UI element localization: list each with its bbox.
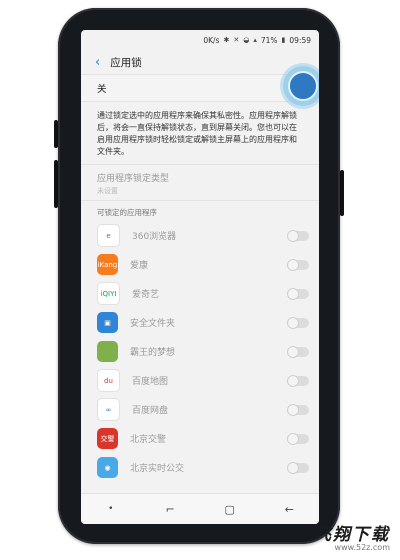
app-lock-toggle[interactable] xyxy=(287,433,309,445)
lock-type-value: 未设置 xyxy=(97,187,118,195)
secure-folder-icon: ▣ xyxy=(97,312,118,333)
navigation-bar: • ⌐ ▢ ← xyxy=(81,493,319,524)
page-title: 应用锁 xyxy=(110,56,142,69)
app-row[interactable]: ∞ 百度网盘 xyxy=(81,395,319,424)
recent-apps-icon[interactable]: ⌐ xyxy=(155,503,185,516)
lock-type-title: 应用程序锁定类型 xyxy=(97,174,170,184)
lock-type-setting[interactable]: 应用程序锁定类型 未设置 xyxy=(81,165,319,200)
toggle-knob xyxy=(288,71,318,101)
home-icon[interactable]: ▢ xyxy=(215,503,245,516)
app-row[interactable]: 霸王的梦想 xyxy=(81,337,319,366)
app-bar: ‹ 应用锁 xyxy=(81,50,319,74)
status-bar: 0K/s ✱ ✕ ◒ ▴ 71% ▮ 09:59 xyxy=(81,30,319,50)
watermark: 飞翔下载 www.52z.com xyxy=(314,520,390,552)
app-row[interactable]: e 360浏览器 xyxy=(81,221,319,250)
watermark-logo: 飞翔下载 xyxy=(314,525,390,545)
app-lock-toggle[interactable] xyxy=(287,259,309,271)
app-name: 百度地图 xyxy=(132,377,169,387)
app-lock-toggle[interactable] xyxy=(287,317,309,329)
app-row[interactable]: iKang 爱康 xyxy=(81,250,319,279)
clock: 09:59 xyxy=(289,35,311,45)
battery-icon: ▮ xyxy=(281,36,286,44)
app-name: 北京实时公交 xyxy=(130,464,185,474)
360-browser-icon: e xyxy=(97,224,120,247)
ikang-icon: iKang xyxy=(97,254,118,275)
app-row[interactable]: iQIYI 爱奇艺 xyxy=(81,279,319,308)
app-name: 百度网盘 xyxy=(132,406,169,416)
battery-percent: 71% xyxy=(260,35,278,45)
app-name: 北京交警 xyxy=(130,435,167,445)
phone-power-button xyxy=(340,170,344,216)
app-row[interactable]: ◉ 北京实时公交 xyxy=(81,453,319,482)
baidu-map-icon: du xyxy=(97,369,120,392)
beijing-traffic-police-icon: 交警 xyxy=(97,428,118,449)
app-lock-description: 通过锁定选中的应用程序来确保其私密性。应用程序解锁后，将会一直保持解锁状态，直到… xyxy=(81,102,319,165)
master-switch-label: 关 xyxy=(97,84,107,95)
back-arrow-icon[interactable]: ‹ xyxy=(95,56,100,69)
back-icon[interactable]: ← xyxy=(274,503,304,516)
phone-screen: 0K/s ✱ ✕ ◒ ▴ 71% ▮ 09:59 ‹ 应用锁 关 通过锁定选中的… xyxy=(81,30,319,524)
app-row[interactable]: 交警 北京交警 xyxy=(81,424,319,453)
app-name: 安全文件夹 xyxy=(130,319,176,329)
app-lock-toggle[interactable] xyxy=(287,346,309,358)
app-lock-toggle[interactable] xyxy=(287,230,309,242)
iqiyi-icon: iQIYI xyxy=(97,282,120,305)
wifi-icon: ◒ xyxy=(243,36,250,44)
app-name: 爱康 xyxy=(130,261,149,271)
app-row[interactable]: du 百度地图 xyxy=(81,366,319,395)
game-icon xyxy=(97,341,118,362)
dot-icon: • xyxy=(108,504,114,514)
app-lock-master-switch-row[interactable]: 关 xyxy=(81,66,319,106)
app-name: 霸王的梦想 xyxy=(130,348,176,358)
beijing-bus-icon: ◉ xyxy=(97,457,118,478)
bluetooth-icon: ✱ xyxy=(223,36,230,44)
lockable-apps-header: 可锁定的应用程序 xyxy=(81,200,319,221)
signal-icon: ▴ xyxy=(253,36,257,44)
network-speed: 0K/s xyxy=(203,35,220,45)
app-lock-toggle[interactable] xyxy=(287,288,309,300)
app-lock-toggle[interactable] xyxy=(287,462,309,474)
mute-icon: ✕ xyxy=(233,36,240,44)
app-name: 爱奇艺 xyxy=(132,290,160,300)
app-row[interactable]: ▣ 安全文件夹 xyxy=(81,308,319,337)
app-name: 360浏览器 xyxy=(132,232,177,242)
app-lock-toggle[interactable] xyxy=(287,375,309,387)
app-lock-toggle[interactable] xyxy=(287,404,309,416)
master-toggle[interactable] xyxy=(283,66,319,106)
baidu-netdisk-icon: ∞ xyxy=(97,398,120,421)
app-list: e 360浏览器 iKang 爱康 iQIYI 爱奇艺 ▣ 安全文件夹霸王的梦想 du 百度地图 ∞… xyxy=(81,221,319,482)
